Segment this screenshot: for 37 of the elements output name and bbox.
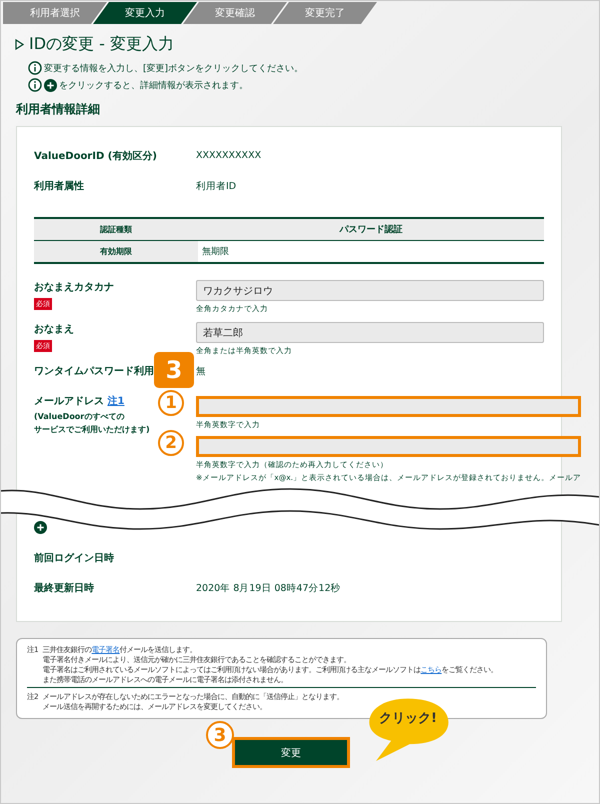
field-label: おなまえカタカナ bbox=[34, 281, 115, 294]
info-icon bbox=[28, 78, 42, 92]
info-icon bbox=[28, 61, 42, 75]
page-title: IDの変更 - 変更入力 bbox=[29, 34, 174, 55]
field-value: XXXXXXXXXX bbox=[196, 149, 262, 161]
table-cell: パスワード認証 bbox=[198, 219, 544, 240]
step-marker: 3 bbox=[206, 721, 234, 750]
change-button[interactable]: 変更 bbox=[232, 737, 350, 768]
field-value: 2020年 8月19日 08時47分12秒 bbox=[196, 582, 341, 595]
field-label: ワンタイムパスワード利用 bbox=[34, 366, 154, 377]
field-sublabel: (ValueDoorのすべての bbox=[34, 411, 126, 423]
input-field[interactable] bbox=[196, 396, 582, 417]
field-sublabel: サービスでご利用いただけます) bbox=[34, 424, 151, 436]
input-field[interactable]: 若草二郎 bbox=[196, 322, 544, 343]
table-cell: 無期限 bbox=[198, 240, 544, 262]
field-label: メールアドレス bbox=[34, 396, 104, 407]
table-header-cell: 有効期限 bbox=[34, 240, 198, 262]
info-text: をクリックすると、詳細情報が表示されます。 bbox=[59, 80, 248, 92]
input-field[interactable]: ワカクサジロウ bbox=[196, 280, 544, 301]
field-label: おなまえ bbox=[34, 323, 75, 336]
step-marker: 1 bbox=[158, 390, 184, 416]
field-value: 無 bbox=[196, 365, 206, 378]
callout-text: クリック! bbox=[379, 710, 437, 728]
table-header-cell: 認証種類 bbox=[34, 219, 198, 240]
field-label: 最終更新日時 bbox=[34, 583, 94, 594]
field-value: 利用者ID bbox=[196, 180, 236, 193]
field-label: 利用者属性 bbox=[34, 181, 84, 192]
step-marker: 2 bbox=[158, 430, 184, 456]
input-field[interactable] bbox=[196, 436, 582, 457]
plus-icon[interactable] bbox=[34, 521, 47, 534]
field-label: 前回ログイン日時 bbox=[34, 553, 114, 564]
note-link[interactable]: 注1 bbox=[107, 396, 124, 407]
info-text: 変更する情報を入力し、[変更]ボタンをクリックしてください。 bbox=[44, 62, 304, 74]
triangle-icon bbox=[15, 39, 24, 50]
step-badge: 3 bbox=[154, 352, 194, 388]
field-label: ValueDoorID (有効区分) bbox=[34, 151, 157, 162]
section-heading: 利用者情報詳細 bbox=[16, 101, 101, 118]
